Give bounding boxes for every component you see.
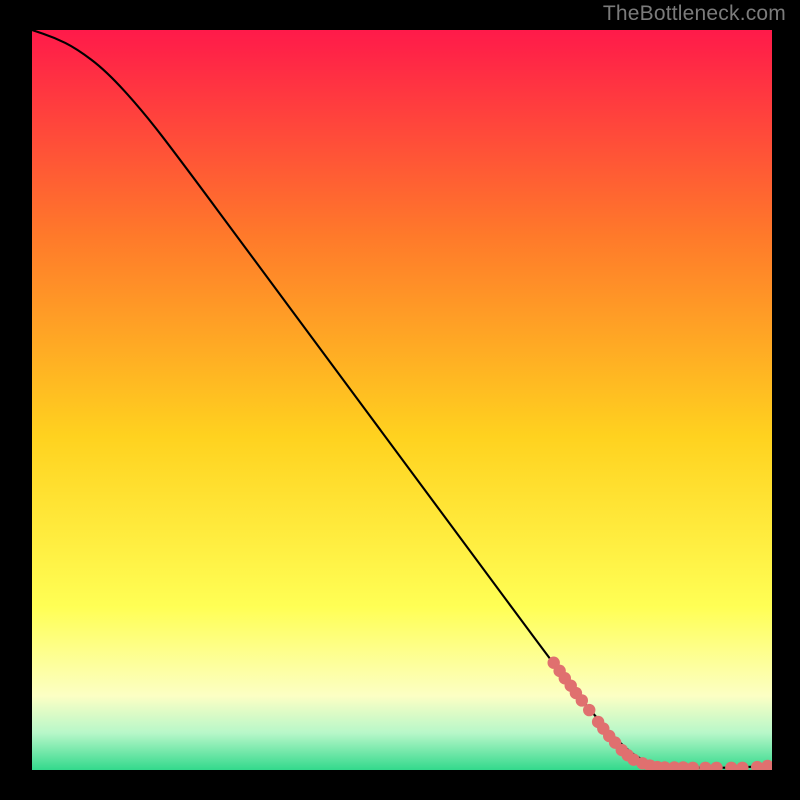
chart-background [32,30,772,770]
chart-area [32,30,772,770]
chart-svg [32,30,772,770]
attribution-text: TheBottleneck.com [603,2,786,26]
data-dot [583,704,595,716]
